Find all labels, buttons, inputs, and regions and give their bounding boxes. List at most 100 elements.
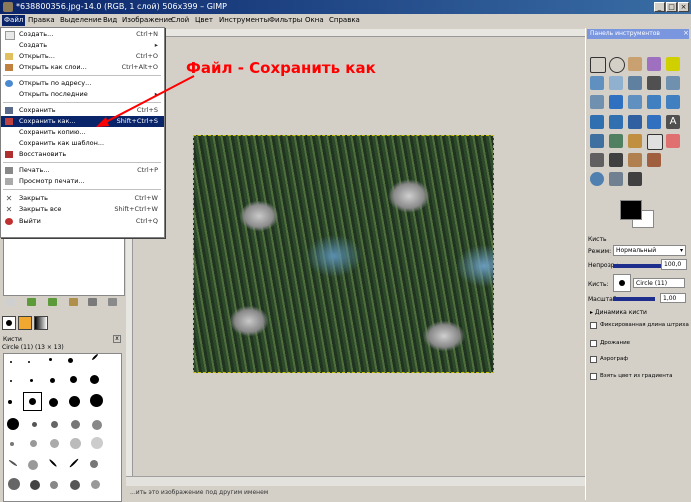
raise-layer-icon[interactable] [27, 298, 36, 306]
menu-item-new[interactable]: Создать... Ctrl+N [1, 29, 164, 40]
scale-slider[interactable] [613, 297, 655, 301]
scissors-tool-icon[interactable] [590, 76, 604, 90]
patterns-tab[interactable] [18, 316, 32, 330]
toolbox-title: Панель инструментов [587, 29, 689, 39]
gradients-tab[interactable] [34, 316, 48, 330]
panel-close-icon[interactable]: x [113, 335, 121, 343]
menu-item-print-preview[interactable]: Просмотр печати... [1, 176, 164, 187]
toolbox-close-icon[interactable]: × [683, 29, 689, 37]
ink-tool-icon[interactable] [609, 153, 623, 167]
heal-tool-icon[interactable] [647, 153, 661, 167]
clone-tool-icon[interactable] [628, 153, 642, 167]
shear-tool-icon[interactable] [609, 115, 623, 129]
blur-tool-icon[interactable] [590, 172, 604, 186]
menu-tools[interactable]: Инструменты [219, 16, 269, 24]
menu-help[interactable]: Справка [329, 16, 360, 24]
airbrush-checkbox[interactable] [590, 356, 597, 363]
menu-item-quit[interactable]: Выйти Ctrl+Q [1, 216, 164, 227]
jitter-checkbox[interactable] [590, 340, 597, 347]
save-as-icon [5, 118, 13, 125]
smudge-tool-icon[interactable] [609, 172, 623, 186]
close-window-button[interactable]: × [678, 2, 689, 12]
measure-tool-icon[interactable] [590, 95, 604, 109]
flip-tool-icon[interactable] [647, 115, 661, 129]
gradient-color-label: Взять цвет из градиента [600, 373, 673, 379]
eraser-tool-icon[interactable] [666, 134, 680, 148]
fuzzy-select-tool-icon[interactable] [647, 57, 661, 71]
zoom-tool-icon[interactable] [666, 76, 680, 90]
perspective-tool-icon[interactable] [628, 115, 642, 129]
brushes-subtitle: Circle (11) (13 × 13) [2, 344, 64, 351]
select-by-color-tool-icon[interactable] [666, 57, 680, 71]
menu-item-open[interactable]: Открыть... Ctrl+O [1, 51, 164, 62]
menu-item-print[interactable]: Печать... Ctrl+P [1, 165, 164, 176]
menu-item-revert[interactable]: Восстановить [1, 149, 164, 160]
text-tool-icon[interactable]: A [666, 115, 680, 129]
scale-tool-icon[interactable] [590, 115, 604, 129]
tool-options-title: Кисть [588, 236, 607, 243]
horizontal-ruler [163, 29, 585, 37]
menu-layer[interactable]: Слой [171, 16, 189, 24]
move-tool-icon[interactable] [609, 95, 623, 109]
tool-grid: A [588, 45, 688, 195]
airbrush-tool-icon[interactable] [590, 153, 604, 167]
menu-image[interactable]: Изображение [122, 16, 172, 24]
brushes-title: Кисти [3, 336, 22, 343]
menu-select[interactable]: Выделение [60, 16, 102, 24]
brush-preview[interactable] [613, 274, 631, 292]
align-tool-icon[interactable] [628, 95, 642, 109]
paintbrush-tool-icon[interactable] [647, 134, 663, 150]
menu-item-create[interactable]: Создать ▸ [1, 40, 164, 51]
chevron-down-icon: ▾ [679, 247, 683, 254]
duplicate-layer-icon[interactable] [69, 298, 78, 306]
foreground-select-tool-icon[interactable] [609, 76, 623, 90]
menu-filters[interactable]: Фильтры [269, 16, 302, 24]
brushes-tab[interactable] [2, 316, 16, 330]
maximize-button[interactable]: □ [666, 2, 677, 12]
fixed-stroke-checkbox[interactable] [590, 322, 597, 329]
title-bar: *638800356.jpg-14.0 (RGB, 1 слой) 506x39… [0, 0, 691, 14]
menu-item-close[interactable]: ✕ Закрыть Ctrl+W [1, 193, 164, 204]
crop-tool-icon[interactable] [647, 95, 661, 109]
rect-select-tool-icon[interactable] [590, 57, 606, 73]
ellipse-select-tool-icon[interactable] [609, 57, 625, 73]
dynamics-label: Динамика кисти [594, 309, 647, 316]
anchor-layer-icon[interactable] [88, 298, 97, 306]
status-bar: ...ить это изображение под другим именем [126, 486, 586, 500]
menu-colors[interactable]: Цвет [195, 16, 213, 24]
foreground-color-swatch[interactable] [620, 200, 642, 220]
menu-windows[interactable]: Окна [305, 16, 324, 24]
gradient-color-checkbox[interactable] [590, 373, 597, 380]
rotate-tool-icon[interactable] [666, 95, 680, 109]
brushes-grid[interactable] [3, 353, 122, 502]
menu-file[interactable]: Файл [2, 15, 26, 26]
dynamics-expander[interactable]: ▸ Динамика кисти [590, 309, 647, 316]
opacity-input[interactable]: 100,0 [661, 259, 687, 270]
pencil-tool-icon[interactable] [628, 134, 642, 148]
new-layer-icon[interactable] [6, 298, 15, 306]
dodge-burn-tool-icon[interactable] [628, 172, 642, 186]
gimp-app-icon [3, 2, 13, 12]
blend-tool-icon[interactable] [609, 134, 623, 148]
layers-list[interactable] [3, 230, 125, 296]
image-canvas[interactable] [193, 135, 494, 373]
menu-view[interactable]: Вид [103, 16, 117, 24]
menu-item-save-template[interactable]: Сохранить как шаблон... [1, 138, 164, 149]
mode-select[interactable]: Нормальный ▾ [613, 245, 686, 256]
brush-label: Кисть: [588, 281, 609, 288]
delete-layer-icon[interactable] [108, 298, 117, 306]
color-picker-tool-icon[interactable] [647, 76, 661, 90]
print-preview-icon [5, 178, 13, 185]
paths-tool-icon[interactable] [628, 76, 642, 90]
bucket-fill-tool-icon[interactable] [590, 134, 604, 148]
menu-item-close-all[interactable]: ✕ Закрыть все Shift+Ctrl+W [1, 204, 164, 215]
mode-label: Режим: [588, 248, 612, 255]
opacity-slider[interactable] [613, 264, 661, 268]
window-title: *638800356.jpg-14.0 (RGB, 1 слой) 506x39… [16, 2, 227, 11]
minimize-button[interactable]: _ [654, 2, 665, 12]
free-select-tool-icon[interactable] [628, 57, 642, 71]
lower-layer-icon[interactable] [48, 298, 57, 306]
scale-input[interactable]: 1,00 [660, 293, 686, 303]
menu-edit[interactable]: Правка [28, 16, 55, 24]
airbrush-label: Аэрограф [600, 356, 629, 362]
